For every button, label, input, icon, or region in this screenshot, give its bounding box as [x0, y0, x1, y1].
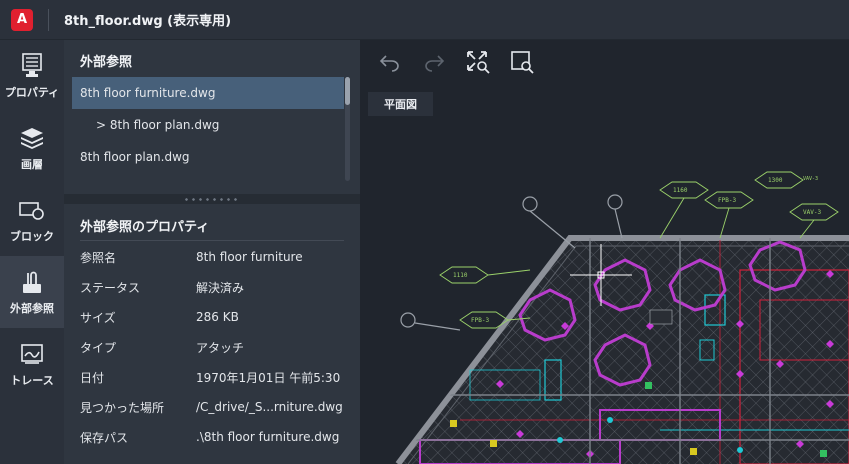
property-row: 保存パス .\8th floor furniture.dwg: [80, 422, 344, 452]
xref-item[interactable]: > 8th floor plan.dwg: [72, 109, 344, 141]
property-value: アタッチ: [196, 340, 245, 355]
tab-plan-view[interactable]: 平面図: [368, 92, 433, 116]
trace-icon: [18, 340, 46, 368]
rail-item-xref[interactable]: 外部参照: [0, 256, 64, 328]
properties-heading: 外部参照のプロパティ: [80, 220, 210, 235]
grip-dots-icon: [183, 197, 241, 201]
xref-panel: 外部参照 8th floor furniture.dwg > 8th floor…: [64, 40, 360, 464]
property-key: 見つかった場所: [80, 400, 165, 415]
property-key: サイズ: [80, 310, 116, 325]
rail-item-trace[interactable]: トレース: [0, 328, 64, 400]
rail-label-layers: 画層: [21, 158, 43, 171]
title-bar: A 8th_floor.dwg (表示専用): [0, 0, 849, 40]
property-row: 見つかった場所 /C_drive/_S...rniture.dwg: [80, 392, 344, 422]
property-row: タイプ アタッチ: [80, 332, 344, 362]
redo-button[interactable]: [420, 48, 448, 76]
xref-item[interactable]: 8th floor furniture.dwg: [72, 77, 344, 109]
title-separator: [48, 8, 49, 31]
drawing-viewer[interactable]: 平面図 1160 1300 FPB-3 VAV-3 1110 FPB-3 VAV…: [360, 40, 849, 464]
property-value: .\8th floor furniture.dwg: [196, 430, 340, 444]
property-key: ステータス: [80, 280, 141, 295]
property-value: 8th floor furniture: [196, 250, 303, 264]
rail-label-properties: プロパティ: [4, 86, 60, 99]
rail-label-block: ブロック: [10, 230, 54, 243]
rail-item-block[interactable]: ブロック: [0, 184, 64, 256]
layers-icon: [18, 124, 46, 152]
scrollbar-thumb[interactable]: [345, 77, 350, 105]
property-key: 参照名: [80, 250, 117, 265]
redo-icon: [425, 55, 445, 72]
app-logo: A: [11, 8, 33, 31]
rail-item-properties[interactable]: プロパティ: [0, 40, 64, 112]
tool-rail: プロパティ 画層 ブロック 外部参照 トレース: [0, 40, 64, 464]
xref-paperclip-icon: [18, 268, 46, 296]
property-key: 保存パス: [80, 430, 129, 445]
xref-item[interactable]: 8th floor plan.dwg: [72, 141, 344, 173]
property-row: サイズ 286 KB: [80, 302, 344, 332]
document-title: 8th_floor.dwg (表示専用): [64, 14, 232, 29]
properties-icon: [18, 52, 46, 80]
property-key: タイプ: [80, 340, 117, 355]
property-key: 日付: [80, 370, 105, 385]
svg-text:1110: 1110: [453, 272, 468, 279]
zoom-window-button[interactable]: [508, 48, 536, 76]
svg-text:1300: 1300: [768, 177, 783, 184]
svg-text:VAV-3: VAV-3: [803, 209, 821, 216]
property-value: 解決済み: [196, 280, 245, 295]
svg-text:1160: 1160: [673, 187, 688, 194]
rail-label-trace: トレース: [10, 374, 54, 387]
property-row: 参照名 8th floor furniture: [80, 242, 344, 272]
undo-button[interactable]: [376, 48, 404, 76]
room-label-box: [649, 309, 673, 325]
block-icon: [18, 196, 46, 224]
zoom-extents-button[interactable]: [464, 48, 492, 76]
floor-plan-drawing: 1160 1300 FPB-3 VAV-3 1110 FPB-3 VAV-3: [395, 171, 849, 464]
zoom-window-icon: [511, 51, 534, 74]
panel-resize-handle[interactable]: [64, 194, 360, 204]
property-value: 1970年1月01日 午前5:30: [196, 370, 341, 385]
viewer-toolbar: [360, 40, 849, 84]
properties-divider: [80, 240, 344, 241]
rail-item-layers[interactable]: 画層: [0, 112, 64, 184]
property-value: /C_drive/_S...rniture.dwg: [196, 400, 343, 414]
svg-text:VAV-3: VAV-3: [803, 176, 818, 182]
undo-icon: [379, 55, 399, 72]
svg-text:FPB-3: FPB-3: [471, 317, 489, 324]
xref-heading: 外部参照: [80, 55, 133, 70]
xref-list: 8th floor furniture.dwg > 8th floor plan…: [72, 77, 344, 173]
property-row: 日付 1970年1月01日 午前5:30: [80, 362, 344, 392]
svg-text:FPB-3: FPB-3: [718, 197, 736, 204]
rail-label-xref: 外部参照: [10, 302, 54, 315]
xref-list-scrollbar[interactable]: [345, 77, 350, 181]
property-value: 286 KB: [196, 310, 239, 324]
property-row: ステータス 解決済み: [80, 272, 344, 302]
zoom-extents-icon: [467, 51, 490, 74]
